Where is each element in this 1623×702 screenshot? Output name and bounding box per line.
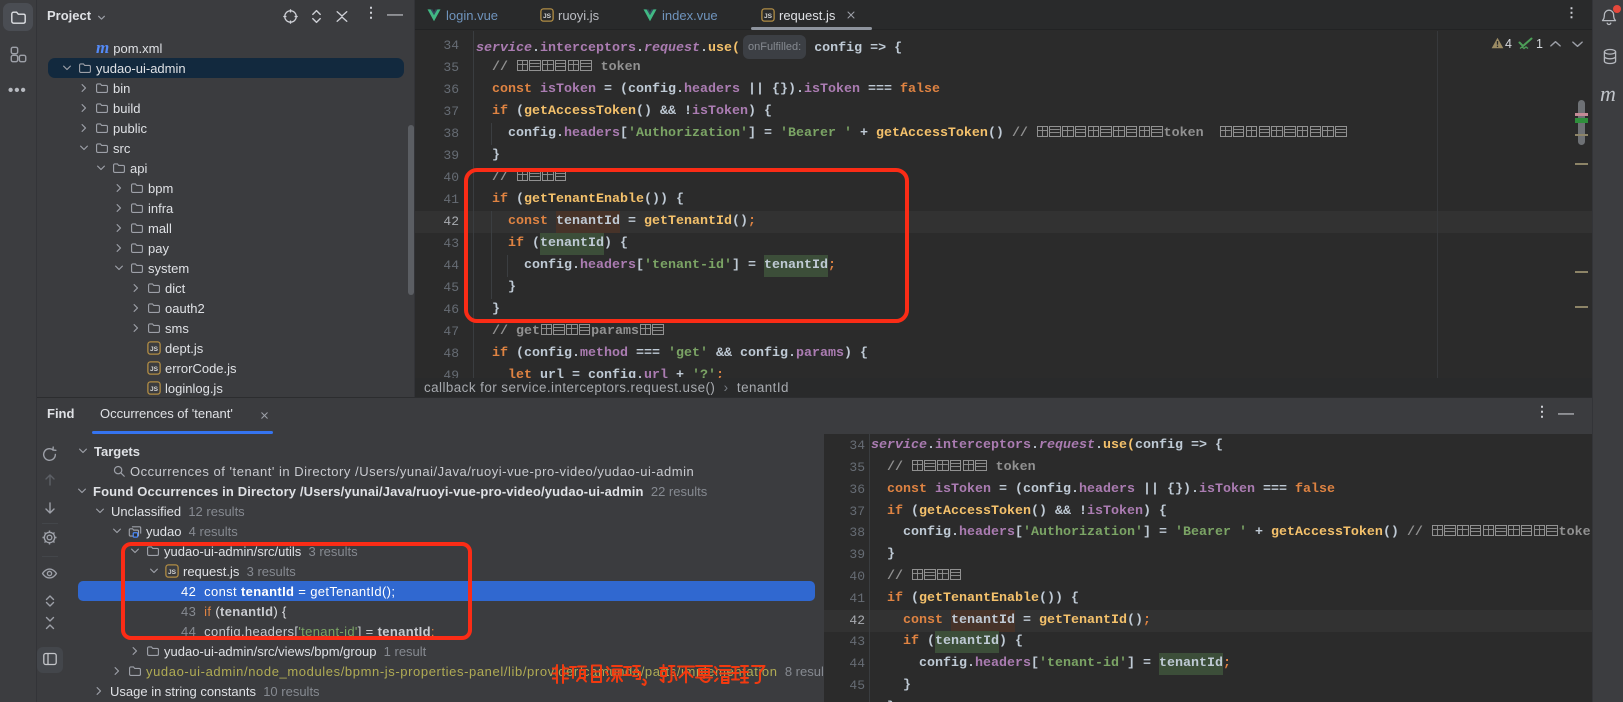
svg-text:JS: JS	[150, 366, 159, 373]
svg-text:JS: JS	[150, 346, 159, 353]
svg-text:JS: JS	[150, 386, 159, 393]
svg-text:JS: JS	[764, 13, 773, 20]
svg-text:JS: JS	[543, 13, 552, 20]
